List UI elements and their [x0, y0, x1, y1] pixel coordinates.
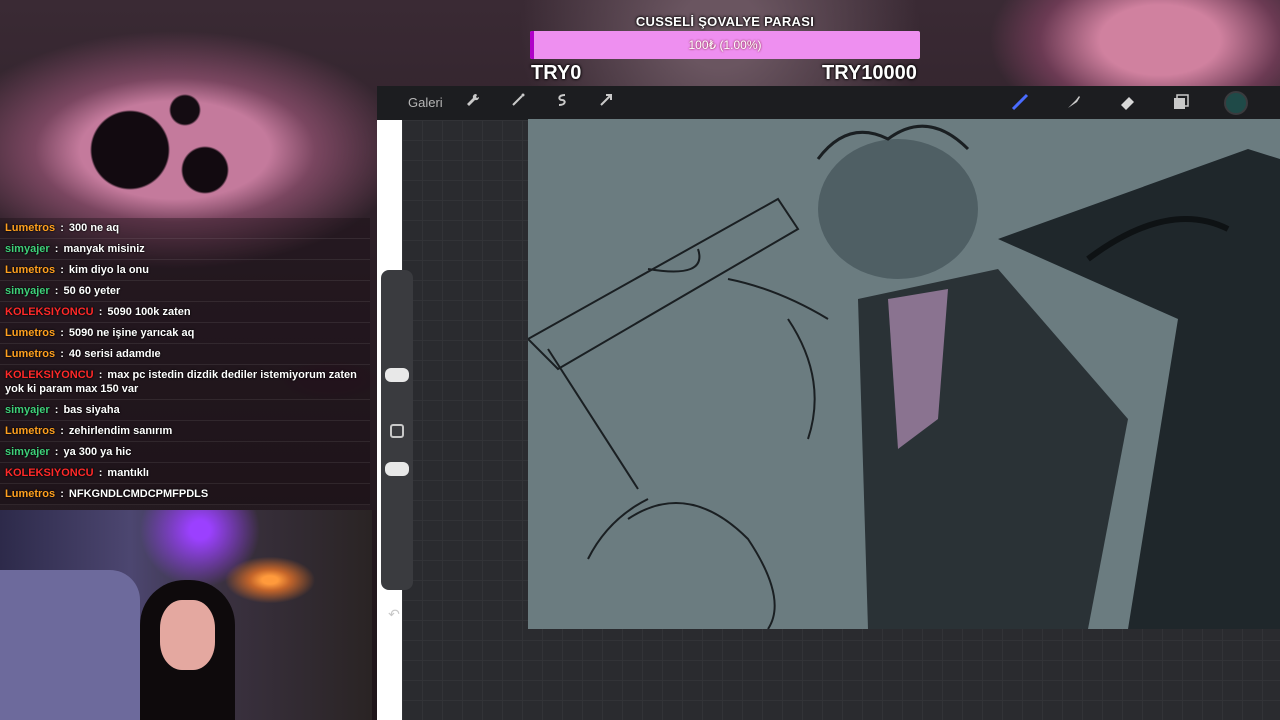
chat-separator: : — [98, 306, 103, 318]
goal-progress-bar: 100₺ (1.00%) — [530, 31, 920, 59]
chat-message: Lumetros : NFKGNDLCMDCPMFPDLS — [0, 484, 370, 505]
color-picker-swatch[interactable] — [1224, 91, 1248, 115]
artwork-canvas[interactable] — [528, 119, 1280, 629]
chat-separator: : — [54, 243, 59, 255]
chat-text: 40 serisi adamdıe — [68, 348, 161, 360]
chat-message: Lumetros : zehirlendim sanırım — [0, 421, 370, 442]
undo-icon[interactable]: ↶ — [385, 606, 403, 624]
layers-icon[interactable] — [1170, 92, 1192, 114]
chat-username[interactable]: KOLEKSIYONCU — [5, 369, 94, 381]
goal-title: CUSSELİ ŞOVALYE PARASI — [635, 14, 815, 29]
chat-text: kim diyo la onu — [68, 264, 149, 276]
chat-message: KOLEKSIYONCU : 5090 100k zaten — [0, 302, 370, 323]
chat-username[interactable]: Lumetros — [5, 264, 55, 276]
chat-message: simyajer : ya 300 ya hic — [0, 442, 370, 463]
side-toolbar — [381, 270, 413, 590]
webcam-streamer-face — [160, 600, 215, 670]
chat-separator: : — [54, 285, 59, 297]
chat-separator: : — [60, 488, 64, 500]
chat-username[interactable]: simyajer — [5, 243, 50, 255]
eraser-icon[interactable] — [1117, 92, 1139, 114]
chat-text: 50 60 yeter — [63, 285, 121, 297]
chat-username[interactable]: simyajer — [5, 404, 50, 416]
chat-separator: : — [54, 446, 59, 458]
gallery-button[interactable]: Galeri — [408, 95, 443, 110]
smudge-icon[interactable] — [1063, 92, 1085, 114]
chat-message: simyajer : bas siyaha — [0, 400, 370, 421]
chat-text: 5090 ne işine yarıcak aq — [68, 327, 195, 339]
chat-message: KOLEKSIYONCU : max pc istedin dizdik ded… — [0, 365, 370, 400]
chat-message: simyajer : manyak misiniz — [0, 239, 370, 260]
brush-icon[interactable] — [1009, 92, 1031, 114]
chat-separator: : — [60, 264, 64, 276]
chat-panel: Lumetros : 300 ne aq simyajer : manyak mi… — [0, 218, 370, 505]
chat-text: manyak misiniz — [63, 243, 145, 255]
webcam-feed — [0, 510, 372, 720]
chat-separator: : — [54, 404, 59, 416]
chat-separator: : — [60, 327, 64, 339]
chat-username[interactable]: Lumetros — [5, 222, 55, 234]
chat-separator: : — [60, 348, 64, 360]
chat-username[interactable]: Lumetros — [5, 327, 55, 339]
chat-text: mantıklı — [107, 467, 149, 479]
chat-separator: : — [98, 369, 103, 381]
chat-text: 300 ne aq — [68, 222, 120, 234]
chat-text: zehirlendim sanırım — [68, 425, 173, 437]
chat-separator: : — [60, 425, 64, 437]
chat-text: 5090 100k zaten — [107, 306, 191, 318]
chat-username[interactable]: KOLEKSIYONCU — [5, 467, 94, 479]
chat-username[interactable]: Lumetros — [5, 488, 55, 500]
chat-username[interactable]: Lumetros — [5, 425, 55, 437]
chat-separator: : — [60, 222, 64, 234]
modify-button[interactable] — [390, 424, 404, 438]
goal-min-label: TRY0 — [531, 62, 582, 84]
goal-max-label: TRY10000 — [822, 62, 917, 84]
chat-message: Lumetros : kim diyo la onu — [0, 260, 370, 281]
chat-username[interactable]: simyajer — [5, 285, 50, 297]
brush-size-slider[interactable] — [385, 368, 409, 382]
chat-text: NFKGNDLCMDCPMFPDLS — [68, 488, 209, 500]
chat-username[interactable]: simyajer — [5, 446, 50, 458]
chat-message: Lumetros : 40 serisi adamdıe — [0, 344, 370, 365]
goal-progress-text: 100₺ (1.00%) — [688, 38, 762, 52]
chat-separator: : — [98, 467, 103, 479]
chat-message: Lumetros : 5090 ne işine yarıcak aq — [0, 323, 370, 344]
chat-message: Lumetros : 300 ne aq — [0, 218, 370, 239]
wrench-icon[interactable] — [462, 92, 484, 114]
magic-wand-icon[interactable] — [507, 92, 529, 114]
chat-username[interactable]: Lumetros — [5, 348, 55, 360]
chat-text: ya 300 ya hic — [63, 446, 132, 458]
app-toolbar: Galeri — [377, 86, 1280, 120]
chat-message: KOLEKSIYONCU : mantıklı — [0, 463, 370, 484]
transform-arrow-icon[interactable] — [595, 92, 617, 114]
chat-username[interactable]: KOLEKSIYONCU — [5, 306, 94, 318]
opacity-slider[interactable] — [385, 462, 409, 476]
webcam-bed — [0, 570, 140, 720]
chat-message: simyajer : 50 60 yeter — [0, 281, 370, 302]
chat-text: bas siyaha — [63, 404, 120, 416]
selection-icon[interactable] — [551, 92, 573, 114]
